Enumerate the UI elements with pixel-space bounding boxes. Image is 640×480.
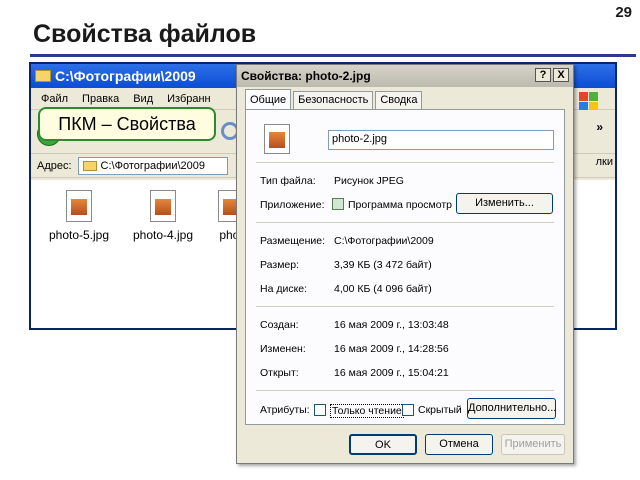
title-divider — [30, 54, 636, 57]
toolbar-chevron-icon[interactable]: » — [596, 120, 603, 134]
opened-value: 16 мая 2009 г., 15:04:21 — [334, 367, 449, 379]
dialog-tabs: Общие Безопасность Сводка — [245, 89, 424, 111]
app-label: Приложение: — [260, 199, 325, 211]
advanced-button[interactable]: Дополнительно... — [467, 398, 556, 419]
hidden-label[interactable]: Скрытый — [418, 404, 462, 416]
viewer-app-icon — [332, 198, 344, 210]
file-name: photo-4.jpg — [132, 228, 194, 242]
divider — [256, 306, 554, 307]
file-name-field[interactable]: photo-2.jpg — [328, 130, 554, 150]
disk-size-value: 4,00 КБ (4 096 байт) — [334, 283, 432, 295]
address-value: C:\Фотографии\2009 — [100, 159, 205, 172]
attributes-label: Атрибуты: — [260, 404, 310, 416]
ok-button[interactable]: OK — [349, 434, 417, 455]
dialog-titlebar[interactable]: Свойства: photo-2.jpg — [237, 65, 573, 87]
file-item[interactable]: photo-5.jpg — [39, 190, 119, 242]
tab-summary[interactable]: Сводка — [375, 91, 423, 109]
properties-dialog: Свойства: photo-2.jpg ? X Общие Безопасн… — [236, 64, 574, 464]
slide-number: 29 — [615, 4, 632, 21]
location-label: Размещение: — [260, 235, 326, 247]
address-label: Адрес: — [37, 159, 72, 172]
size-value: 3,39 КБ (3 472 байт) — [334, 259, 432, 271]
tab-general[interactable]: Общие — [245, 89, 292, 109]
explorer-title: C:\Фотографии\2009 — [55, 68, 196, 84]
divider — [256, 390, 554, 391]
dialog-title: Свойства: photo-2.jpg — [241, 69, 371, 83]
image-file-icon — [66, 190, 92, 222]
modified-label: Изменен: — [260, 343, 306, 355]
apply-button[interactable]: Применить — [501, 434, 565, 455]
location-value: C:\Фотографии\2009 — [334, 235, 434, 247]
help-button[interactable]: ? — [535, 68, 551, 82]
cancel-button[interactable]: Отмена — [425, 434, 493, 455]
menu-favorites[interactable]: Избранн — [167, 93, 211, 105]
file-type-label: Тип файла: — [260, 175, 316, 187]
divider — [256, 162, 554, 163]
disk-size-label: На диске: — [260, 283, 308, 295]
tab-security[interactable]: Безопасность — [293, 91, 374, 109]
menu-view[interactable]: Вид — [133, 93, 153, 105]
address-input[interactable]: C:\Фотографии\2009 — [77, 156, 228, 175]
image-file-icon — [264, 124, 290, 154]
app-value: Программа просмотр — [332, 198, 452, 211]
folder-icon — [35, 70, 51, 82]
opened-label: Открыт: — [260, 367, 299, 379]
image-file-icon — [150, 190, 176, 222]
app-name: Программа просмотр — [348, 199, 453, 211]
file-type-value: Рисунок JPEG — [334, 175, 404, 187]
folder-icon — [82, 160, 97, 171]
close-button[interactable]: X — [553, 68, 569, 82]
created-value: 16 мая 2009 г., 13:03:48 — [334, 319, 449, 331]
modified-value: 16 мая 2009 г., 14:28:56 — [334, 343, 449, 355]
divider — [256, 222, 554, 223]
general-tab-panel: photo-2.jpg Тип файла: Рисунок JPEG Прил… — [245, 109, 565, 425]
size-label: Размер: — [260, 259, 300, 271]
change-button[interactable]: Изменить... — [456, 193, 553, 214]
slide-title: Свойства файлов — [33, 20, 257, 48]
menu-file[interactable]: Файл — [41, 93, 68, 105]
file-name: photo-5.jpg — [48, 228, 110, 242]
created-label: Создан: — [260, 319, 299, 331]
menu-edit[interactable]: Правка — [82, 93, 119, 105]
context-menu-callout: ПКМ – Свойства — [38, 107, 216, 141]
links-label[interactable]: лки — [596, 156, 613, 168]
readonly-checkbox[interactable] — [314, 404, 326, 416]
hidden-checkbox[interactable] — [402, 404, 414, 416]
windows-logo-icon — [579, 92, 599, 112]
readonly-label[interactable]: Только чтение — [330, 404, 404, 418]
